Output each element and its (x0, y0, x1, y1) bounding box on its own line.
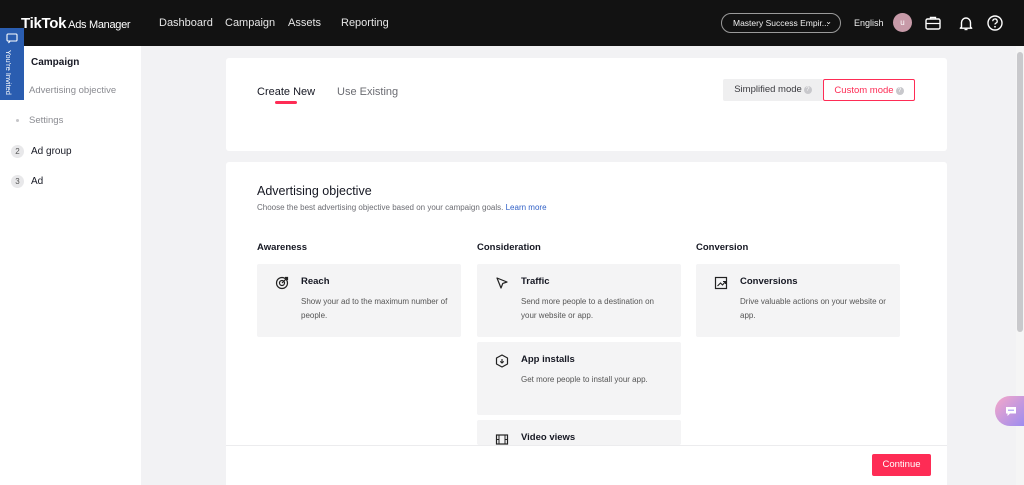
language-selector[interactable]: English (854, 18, 884, 28)
objective-card-reach[interactable]: Reach Show your ad to the maximum number… (257, 264, 461, 337)
step-ad-group[interactable]: Ad group (31, 146, 72, 157)
invited-label: You're Invited (4, 50, 13, 95)
card-title: Traffic (521, 276, 550, 287)
video-icon (495, 434, 509, 445)
chat-bubble-icon (1006, 407, 1016, 416)
briefcase-icon[interactable] (924, 14, 942, 32)
footer-bar (226, 445, 947, 485)
card-title: App installs (521, 354, 575, 365)
scrollbar-thumb[interactable] (1017, 52, 1023, 332)
chat-support-button[interactable] (995, 396, 1024, 426)
trend-chart-icon (714, 276, 728, 290)
bell-icon[interactable] (957, 14, 975, 32)
objective-description-text: Choose the best advertising objective ba… (257, 203, 504, 212)
message-icon (6, 33, 18, 44)
tiktok-ads-manager-logo[interactable]: TikTok Ads Manager (21, 15, 131, 32)
card-description: Send more people to a destination on you… (521, 297, 654, 320)
continue-button[interactable]: Continue (872, 454, 931, 476)
nav-assets[interactable]: Assets (288, 17, 321, 29)
simplified-mode-label: Simplified mode (734, 84, 802, 95)
column-conversion: Conversion (696, 242, 749, 253)
step-campaign[interactable]: Campaign (31, 57, 79, 68)
active-tab-indicator (275, 101, 297, 104)
card-description: Show your ad to the maximum number of pe… (301, 297, 448, 320)
account-name: Mastery Success Empir... (733, 18, 829, 28)
tab-use-existing[interactable]: Use Existing (337, 86, 398, 98)
nav-campaign[interactable]: Campaign (225, 17, 275, 29)
help-icon[interactable] (986, 14, 1004, 32)
nav-reporting[interactable]: Reporting (341, 17, 389, 29)
chevron-down-icon: ⌄ (825, 17, 832, 26)
objective-card-traffic[interactable]: Traffic Send more people to a destinatio… (477, 264, 681, 337)
card-title: Reach (301, 276, 330, 287)
step-ad[interactable]: Ad (31, 176, 43, 187)
tab-create-new[interactable]: Create New (257, 86, 315, 98)
objective-title: Advertising objective (257, 184, 372, 198)
help-icon: ? (895, 87, 904, 95)
card-title: Conversions (740, 276, 798, 287)
card-description: Drive valuable actions on your website o… (740, 297, 886, 320)
top-navigation-bar: TikTok Ads Manager Dashboard Campaign Ass… (0, 0, 1024, 46)
nav-dashboard[interactable]: Dashboard (159, 17, 213, 29)
cursor-arrow-icon (496, 277, 508, 289)
objective-card-video-views[interactable]: Video views (477, 420, 681, 445)
simplified-mode-button[interactable]: Simplified mode? (723, 79, 823, 101)
column-consideration: Consideration (477, 242, 541, 253)
create-mode-panel (226, 58, 947, 151)
account-selector[interactable]: Mastery Success Empir... ⌄ (721, 13, 841, 33)
column-awareness: Awareness (257, 242, 307, 253)
card-title: Video views (521, 432, 576, 443)
objective-card-app-installs[interactable]: App installs Get more people to install … (477, 342, 681, 415)
logo-brand: TikTok (21, 15, 67, 32)
invited-tab[interactable]: You're Invited (0, 28, 24, 100)
custom-mode-label: Custom mode (834, 85, 894, 96)
custom-mode-button[interactable]: Custom mode? (823, 79, 915, 101)
learn-more-link[interactable]: Learn more (506, 203, 547, 212)
avatar[interactable]: u (893, 13, 912, 32)
target-icon (275, 276, 289, 290)
substep-settings[interactable]: Settings (29, 115, 63, 126)
step-number-3: 3 (11, 175, 24, 188)
substep-advertising-objective[interactable]: Advertising objective (29, 85, 116, 96)
logo-product: Ads Manager (68, 19, 131, 31)
campaign-steps-sidebar (0, 46, 141, 485)
card-description: Get more people to install your app. (521, 375, 648, 384)
objective-card-conversions[interactable]: Conversions Drive valuable actions on yo… (696, 264, 900, 337)
help-icon: ? (803, 86, 812, 94)
objective-description: Choose the best advertising objective ba… (257, 203, 547, 212)
app-box-icon (495, 354, 509, 368)
step-dot (16, 119, 19, 122)
step-number-2: 2 (11, 145, 24, 158)
